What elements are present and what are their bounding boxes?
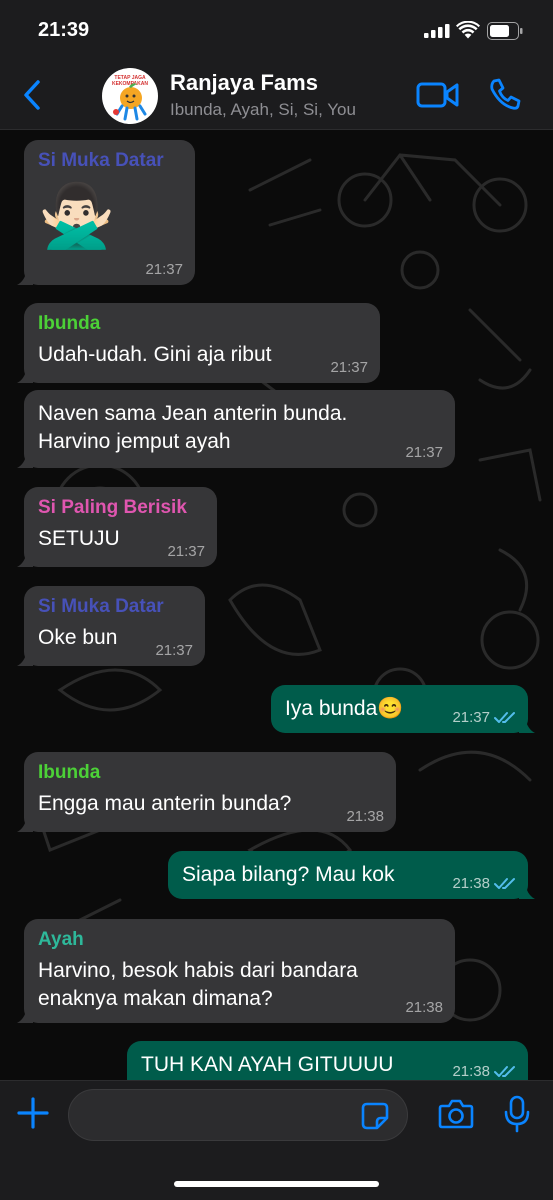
bubble-tail (17, 367, 33, 383)
message-time: 21:38 (405, 999, 443, 1016)
camera-button[interactable] (438, 1098, 474, 1130)
back-button[interactable] (18, 78, 48, 112)
message-bubble[interactable]: Ibunda Engga mau anterin bunda? 21:38 (17, 752, 396, 832)
read-receipt-icon (494, 1066, 515, 1077)
voice-call-button[interactable] (488, 77, 522, 111)
sticker-crossed-arms-icon[interactable]: 🙅🏻‍♂️ (38, 178, 181, 256)
message-sender: Si Muka Datar (38, 596, 164, 617)
message-bubble-outgoing[interactable]: Siapa bilang? Mau kok 21:38 (168, 851, 535, 899)
sticker-button[interactable] (360, 1101, 390, 1131)
status-bar: 21:39 (0, 0, 553, 60)
message-bubble-outgoing[interactable]: Iya bunda😊 21:37 (271, 685, 535, 733)
message-bubble[interactable]: Ibunda Udah-udah. Gini aja ribut 21:37 (17, 303, 380, 383)
video-call-button[interactable] (416, 80, 460, 110)
chat-area[interactable]: Si Muka Datar 🙅🏻‍♂️ 21:37 Ibunda Udah-ud… (0, 130, 553, 1080)
message-bubble[interactable]: Si Muka Datar 🙅🏻‍♂️ 21:37 (17, 140, 195, 285)
cellular-signal-icon (424, 24, 450, 38)
group-avatar[interactable]: TETAP JAGA KEKOMPAKAN (102, 68, 158, 124)
group-members[interactable]: Ibunda, Ayah, Si, Si, You (170, 100, 356, 120)
wifi-icon (456, 21, 480, 39)
message-sender: Ayah (38, 929, 84, 950)
bubble-tail (17, 551, 33, 567)
message-time: 21:38 (452, 1063, 490, 1080)
message-input[interactable] (68, 1089, 408, 1141)
message-text: Naven sama Jean anterin bunda. Harvino j… (38, 402, 348, 453)
attach-button[interactable] (16, 1096, 50, 1130)
message-time: 21:38 (346, 808, 384, 825)
bubble-tail (519, 717, 535, 733)
message-text: Udah-udah. Gini aja ribut (38, 343, 272, 366)
bubble-tail (17, 1007, 33, 1023)
message-bubble[interactable]: Si Muka Datar Oke bun 21:37 (17, 586, 205, 666)
bubble-tail (17, 452, 33, 468)
message-composer (0, 1080, 553, 1200)
message-text: Engga mau anterin bunda? (38, 792, 292, 815)
mascot-icon (113, 83, 147, 121)
message-sender: Si Muka Datar (38, 150, 164, 171)
message-time: 21:37 (155, 642, 193, 659)
bubble-tail (519, 883, 535, 899)
message-time: 21:37 (405, 444, 443, 461)
message-time: 21:37 (145, 261, 183, 278)
home-indicator[interactable] (174, 1181, 379, 1187)
message-time: 21:37 (167, 543, 205, 560)
read-receipt-icon (494, 712, 515, 723)
bubble-tail (17, 816, 33, 832)
status-time: 21:39 (38, 19, 90, 41)
message-bubble-outgoing[interactable]: TUH KAN AYAH GITUUUU 21:38 (127, 1041, 528, 1080)
message-text: Harvino, besok habis dari bandara enakny… (38, 959, 358, 1010)
message-sender: Ibunda (38, 762, 101, 783)
group-name[interactable]: Ranjaya Fams (170, 70, 318, 96)
message-time: 21:37 (330, 359, 368, 376)
message-sender: Si Paling Berisik (38, 497, 187, 518)
message-bubble[interactable]: Naven sama Jean anterin bunda. Harvino j… (17, 390, 455, 468)
battery-icon (487, 22, 523, 40)
message-bubble[interactable]: Si Paling Berisik SETUJU 21:37 (17, 487, 217, 567)
message-time: 21:37 (452, 709, 490, 726)
message-time: 21:38 (452, 875, 490, 892)
microphone-button[interactable] (504, 1095, 530, 1133)
message-bubble[interactable]: Ayah Harvino, besok habis dari bandara e… (17, 919, 455, 1023)
bubble-tail (17, 269, 33, 285)
bubble-tail (17, 650, 33, 666)
message-sender: Ibunda (38, 313, 101, 334)
chat-header: TETAP JAGA KEKOMPAKAN Ranjaya Fams Ibund… (0, 60, 553, 130)
read-receipt-icon (494, 878, 515, 889)
